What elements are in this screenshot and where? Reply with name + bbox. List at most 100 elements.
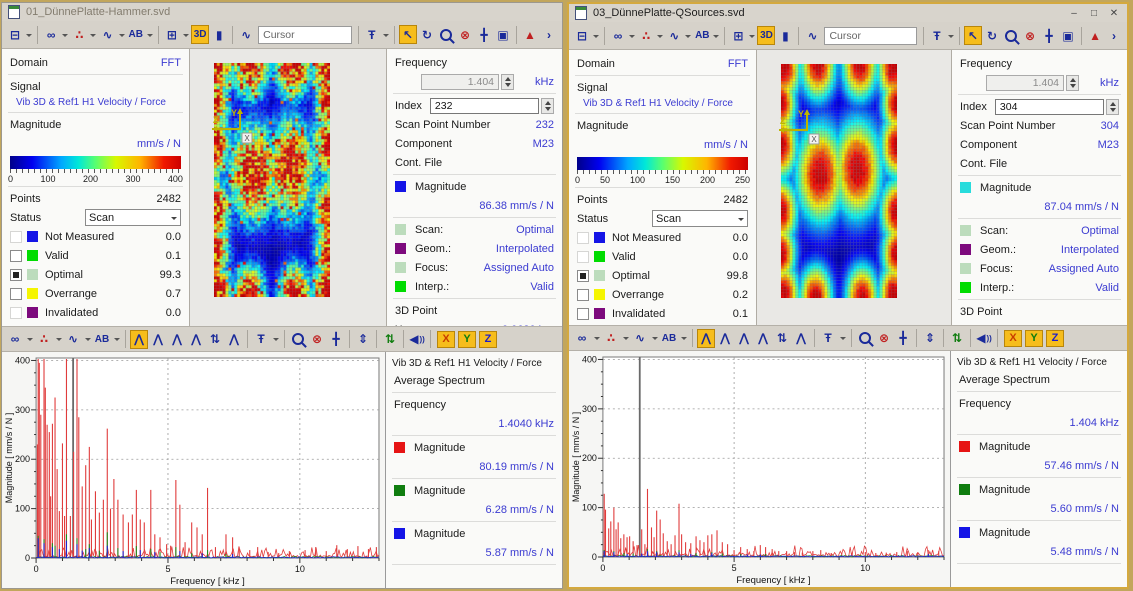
chevron-down-icon[interactable] bbox=[628, 26, 636, 45]
axis-z-button[interactable]: Z bbox=[1046, 330, 1064, 347]
speaker-button[interactable]: ◀ bbox=[408, 330, 426, 349]
signal-button[interactable]: ∿ bbox=[99, 25, 117, 44]
chevron-down-icon[interactable] bbox=[947, 26, 955, 45]
pan-button[interactable]: ╋ bbox=[475, 25, 493, 44]
invalidated-checkbox[interactable] bbox=[10, 307, 22, 319]
link-button[interactable]: ∞ bbox=[6, 330, 24, 349]
quadrant-view-button[interactable]: ⊞ bbox=[163, 25, 181, 44]
zoom-button[interactable] bbox=[856, 329, 874, 348]
layout-button[interactable]: ⊟ bbox=[573, 26, 591, 45]
triangle-button[interactable]: ▲ bbox=[1086, 26, 1104, 45]
chevron-down-icon[interactable] bbox=[592, 329, 601, 348]
layout-button[interactable]: ⊟ bbox=[6, 25, 24, 44]
ab-label-button[interactable]: AB bbox=[660, 329, 678, 348]
rms-display-button[interactable]: ⋀ bbox=[168, 330, 186, 349]
color-scale[interactable] bbox=[577, 157, 748, 170]
frequency-input[interactable]: 1.404 bbox=[986, 75, 1064, 91]
optimal-checkbox[interactable] bbox=[10, 269, 22, 281]
pin-button[interactable]: Ŧ bbox=[819, 329, 837, 348]
scan-points-button[interactable]: ∴ bbox=[602, 329, 620, 348]
valid-checkbox[interactable] bbox=[577, 251, 589, 263]
octave-display-button[interactable]: ⋀ bbox=[792, 329, 810, 348]
link-button[interactable]: ∞ bbox=[42, 25, 60, 44]
zoom-button[interactable] bbox=[1002, 26, 1020, 45]
chevron-down-icon[interactable] bbox=[271, 330, 280, 349]
zoom-button[interactable] bbox=[289, 330, 307, 349]
chevron-down-icon[interactable] bbox=[25, 330, 34, 349]
solid-view-button[interactable]: ▮ bbox=[210, 25, 228, 44]
color-scale[interactable] bbox=[10, 156, 181, 169]
waveform-button[interactable]: ∿ bbox=[803, 26, 821, 45]
chevron-down-icon[interactable] bbox=[650, 329, 659, 348]
ab-label-button[interactable]: AB bbox=[93, 330, 111, 349]
magnitude-display-button[interactable]: ⋀ bbox=[697, 329, 715, 348]
pan-button[interactable]: ╋ bbox=[327, 330, 345, 349]
pan-button[interactable]: ╋ bbox=[1040, 26, 1058, 45]
link-button[interactable]: ∞ bbox=[609, 26, 627, 45]
axis-y-button[interactable]: Y bbox=[458, 331, 476, 348]
minimize-button[interactable]: – bbox=[1067, 8, 1081, 19]
chevron-down-icon[interactable] bbox=[89, 25, 97, 44]
titlebar[interactable]: 01_DünnePlatte-Hammer.svd bbox=[2, 3, 562, 21]
frequency-stepper[interactable] bbox=[501, 74, 514, 90]
optimal-checkbox[interactable] bbox=[577, 270, 589, 282]
pin-button[interactable]: Ŧ bbox=[928, 26, 946, 45]
rotate-button[interactable]: ↻ bbox=[983, 26, 1001, 45]
autoscale-button[interactable]: ⇅ bbox=[948, 329, 966, 348]
chevron-down-icon[interactable] bbox=[25, 25, 33, 44]
magnitude-display-button[interactable]: ⋀ bbox=[130, 330, 148, 349]
link-button[interactable]: ∞ bbox=[573, 329, 591, 348]
axis-x-button[interactable]: X bbox=[437, 331, 455, 348]
chevron-down-icon[interactable] bbox=[61, 25, 69, 44]
cursor-combobox[interactable]: Cursor bbox=[258, 26, 352, 44]
chevron-button[interactable]: › bbox=[540, 25, 558, 44]
not-measured-checkbox[interactable] bbox=[10, 231, 22, 243]
status-dropdown[interactable]: Scan bbox=[652, 210, 748, 227]
chevron-down-icon[interactable] bbox=[838, 329, 847, 348]
chevron-down-icon[interactable] bbox=[54, 330, 63, 349]
invalidated-checkbox[interactable] bbox=[577, 308, 589, 320]
solid-view-button[interactable]: ▮ bbox=[776, 26, 794, 45]
chevron-button[interactable]: › bbox=[1105, 26, 1123, 45]
one-to-one-button[interactable]: ⇕ bbox=[921, 329, 939, 348]
zoom-out-button[interactable]: ⊗ bbox=[456, 25, 474, 44]
overrange-checkbox[interactable] bbox=[577, 289, 589, 301]
signal-button[interactable]: ∿ bbox=[665, 26, 683, 45]
zoom-out-button[interactable]: ⊗ bbox=[308, 330, 326, 349]
signal-button[interactable]: ∿ bbox=[631, 329, 649, 348]
axis-x-button[interactable]: X bbox=[1004, 330, 1022, 347]
index-stepper[interactable] bbox=[541, 98, 554, 114]
chevron-down-icon[interactable] bbox=[679, 329, 688, 348]
scan-points-button[interactable]: ∴ bbox=[637, 26, 655, 45]
index-stepper[interactable] bbox=[1106, 99, 1119, 115]
pin-button[interactable]: Ŧ bbox=[363, 25, 381, 44]
camera-button[interactable]: ▣ bbox=[494, 25, 512, 44]
titlebar[interactable]: 03_DünnePlatte-QSources.svd – □ ✕ bbox=[569, 4, 1127, 22]
zoom-out-button[interactable]: ⊗ bbox=[1021, 26, 1039, 45]
select-arrow-button[interactable]: ↖ bbox=[399, 25, 417, 44]
speaker-button[interactable]: ◀ bbox=[975, 329, 993, 348]
index-input[interactable]: 304 bbox=[995, 99, 1104, 115]
peaks-display-button[interactable]: ⋀ bbox=[716, 329, 734, 348]
pan-button[interactable]: ╋ bbox=[894, 329, 912, 348]
frequency-stepper[interactable] bbox=[1066, 75, 1079, 91]
cursor-combobox[interactable]: Cursor bbox=[824, 27, 917, 45]
spectrum-plot[interactable]: 01002003004000510Magnitude [ mm/s / N ]F… bbox=[2, 352, 385, 588]
maximize-button[interactable]: □ bbox=[1087, 8, 1101, 19]
chevron-down-icon[interactable] bbox=[684, 26, 692, 45]
chevron-down-icon[interactable] bbox=[712, 26, 720, 45]
status-dropdown[interactable]: Scan bbox=[85, 209, 181, 226]
camera-button[interactable]: ▣ bbox=[1059, 26, 1077, 45]
octave-display-button[interactable]: ⋀ bbox=[225, 330, 243, 349]
harmonics-display-button[interactable]: ⇅ bbox=[773, 329, 791, 348]
spectrum-plot[interactable]: 01002003004000510Magnitude [ mm/s / N ]F… bbox=[569, 351, 950, 587]
view-3d-button[interactable]: 3D bbox=[757, 26, 775, 45]
view-3d-button[interactable]: 3D bbox=[191, 25, 209, 44]
axis-y-button[interactable]: Y bbox=[1025, 330, 1043, 347]
chevron-down-icon[interactable] bbox=[112, 330, 121, 349]
chevron-down-icon[interactable] bbox=[621, 329, 630, 348]
spectrum-plot-area[interactable]: 01002003004000510Magnitude [ mm/s / N ]F… bbox=[2, 352, 386, 588]
not-measured-checkbox[interactable] bbox=[577, 232, 589, 244]
ab-label-button[interactable]: AB bbox=[693, 26, 711, 45]
mode-shape-heatmap[interactable] bbox=[781, 64, 897, 298]
